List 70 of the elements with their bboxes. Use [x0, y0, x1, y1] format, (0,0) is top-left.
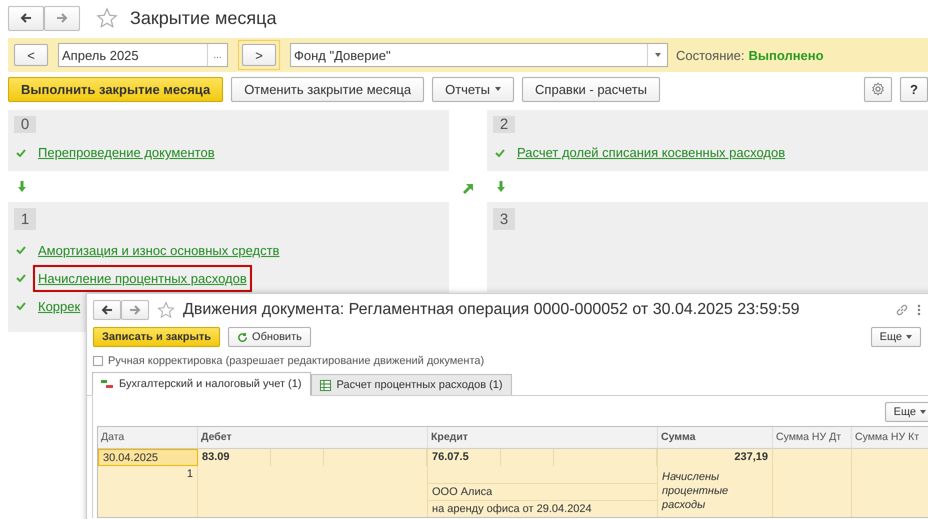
- stage-link[interactable]: Коррек: [33, 292, 86, 320]
- checkbox[interactable]: [93, 356, 103, 366]
- organization-field[interactable]: Фонд "Доверие": [290, 43, 668, 67]
- back-arrow-icon: [101, 305, 113, 315]
- toolbar-button[interactable]: Отменить закрытие месяца: [231, 76, 424, 102]
- table-icon: [320, 380, 331, 390]
- forward-arrow-icon: [56, 13, 68, 23]
- caret-icon: [920, 410, 926, 414]
- refresh-icon: [237, 332, 248, 342]
- settings-icon: [871, 82, 885, 96]
- stage-number: 2: [493, 116, 515, 133]
- stage-link[interactable]: Расчет долей списания косвенных расходов: [512, 139, 790, 166]
- column-header[interactable]: Сумма: [658, 427, 773, 449]
- help-button[interactable]: ?: [900, 76, 928, 102]
- down-arrow-icon: [18, 181, 26, 192]
- tab[interactable]: Бухгалтерский и налоговый учет (1): [92, 372, 311, 396]
- window-title: Закрытие месяца: [130, 8, 276, 28]
- status-label: Состояние:: [676, 48, 744, 62]
- stage-link[interactable]: Начисление процентных расходов: [33, 264, 252, 292]
- check-icon: [16, 148, 26, 156]
- star-icon[interactable]: [96, 7, 118, 29]
- save-close-button[interactable]: Записать и закрыть: [93, 327, 220, 347]
- more-button[interactable]: Еще: [870, 327, 921, 347]
- settings-button[interactable]: [864, 76, 892, 102]
- refresh-button[interactable]: Обновить: [228, 327, 311, 347]
- check-icon: [495, 148, 505, 156]
- menu-button[interactable]: Отчеты: [432, 76, 514, 102]
- status-value: Выполнено: [748, 48, 824, 62]
- tab[interactable]: Расчет процентных расходов (1): [310, 374, 512, 395]
- back-button[interactable]: [8, 6, 44, 30]
- stage-number: 1: [14, 208, 36, 230]
- diagonal-arrow-icon: [463, 184, 473, 194]
- table-cell: 237,19: [658, 449, 773, 466]
- table-cell: ООО Алиса: [428, 483, 658, 500]
- caret-icon: [906, 335, 912, 339]
- more-icon[interactable]: [917, 304, 921, 316]
- next-period-button[interactable]: >: [242, 44, 276, 66]
- stage-number: 3: [493, 208, 515, 230]
- column-header[interactable]: Сумма НУ Кт: [852, 427, 928, 449]
- back-arrow-icon: [20, 13, 32, 23]
- column-header[interactable]: Дата: [98, 427, 198, 449]
- down-arrow-icon: [497, 181, 505, 192]
- primary-button[interactable]: Выполнить закрытие месяца: [8, 76, 224, 102]
- check-icon: [16, 302, 26, 310]
- table-cell: Начислены процентные расходы: [658, 466, 773, 517]
- caret-icon: [654, 53, 660, 57]
- star-icon[interactable]: [157, 301, 175, 319]
- check-icon: [16, 246, 26, 254]
- link-icon[interactable]: [895, 303, 909, 317]
- toolbar-button[interactable]: Справки - расчеты: [522, 76, 660, 102]
- table-cell: 76.07.5: [428, 449, 501, 466]
- table-cell: на аренду офиса от 29.04.2024: [428, 500, 658, 517]
- column-header[interactable]: Кредит: [428, 427, 658, 449]
- column-header[interactable]: Сумма НУ Дт: [773, 427, 852, 449]
- ledger-icon: [101, 378, 113, 390]
- forward-arrow-icon: [129, 305, 141, 315]
- period-field[interactable]: Апрель 2025 ...: [58, 43, 228, 67]
- check-icon: [16, 274, 26, 282]
- stage-link[interactable]: Перепроведение документов: [33, 139, 220, 166]
- stage-link[interactable]: Амортизация и износ основных средств: [33, 236, 284, 264]
- more-button[interactable]: Еще: [884, 402, 928, 422]
- caret-icon: [495, 87, 502, 91]
- window-title: Движения документа: Регламентная операция 0000-000052 от 30.04.2025 23:59:59: [183, 301, 801, 319]
- table-cell: 1: [98, 466, 198, 517]
- previous-period-button[interactable]: <: [14, 44, 48, 66]
- stage-number: 0: [14, 116, 36, 133]
- back-button[interactable]: [93, 300, 121, 320]
- table-cell: 30.04.2025: [98, 449, 198, 466]
- checkbox-label: Ручная корректировка (разрешает редактирование движений документа): [108, 355, 484, 367]
- column-header[interactable]: Дебет: [198, 427, 428, 449]
